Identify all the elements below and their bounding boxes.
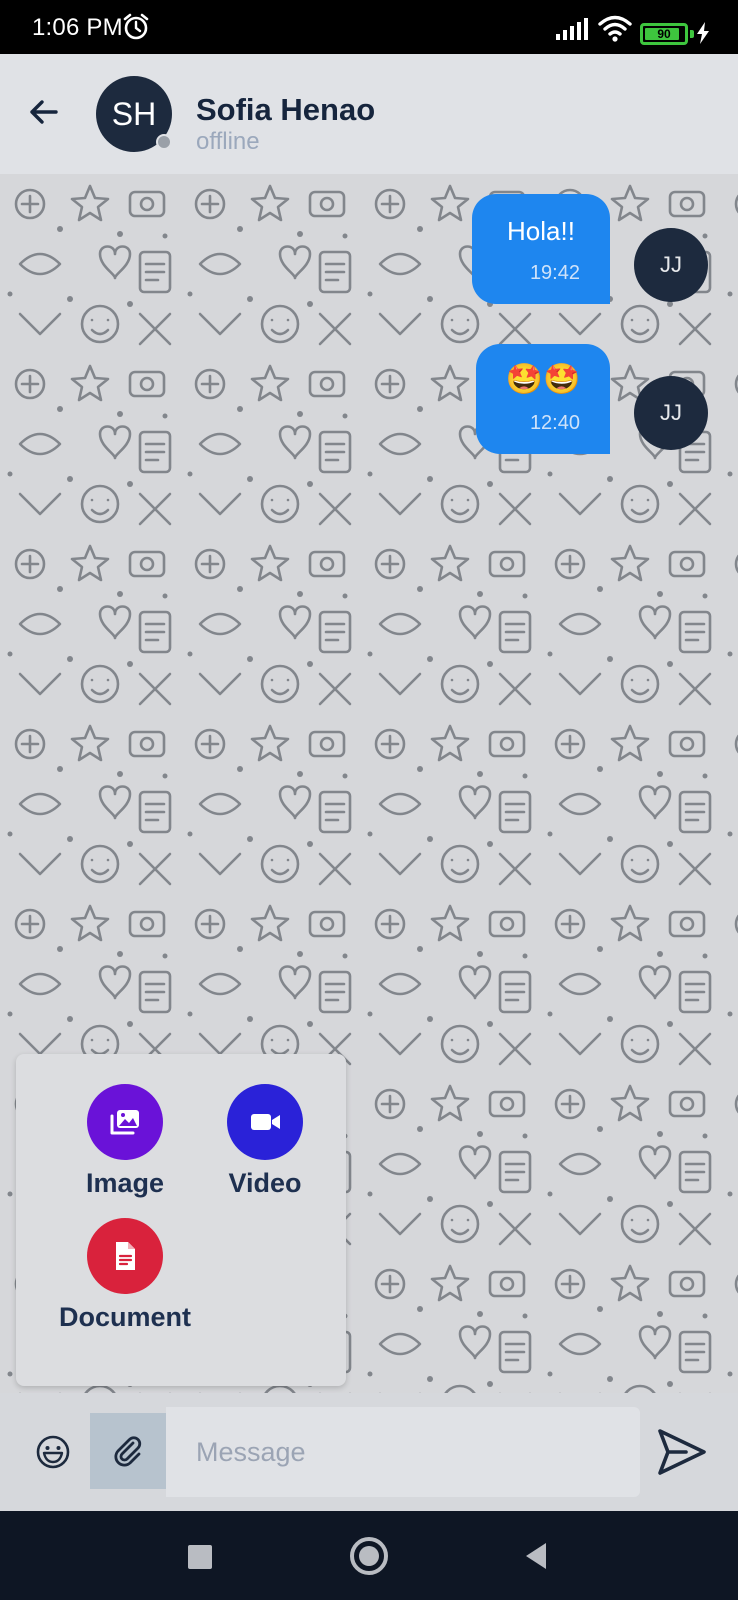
- wifi-icon: [598, 15, 632, 42]
- home-button[interactable]: [350, 1537, 388, 1575]
- presence-indicator: [156, 134, 172, 150]
- attach-image-label: Image: [85, 1168, 165, 1198]
- nav-back-icon[interactable]: [524, 1541, 548, 1571]
- sender-avatar[interactable]: JJ: [634, 376, 708, 450]
- message-text: Hola!!: [507, 216, 575, 246]
- attachment-menu: Image Video Document: [16, 1054, 346, 1386]
- recents-button[interactable]: [188, 1545, 212, 1569]
- sender-avatar-initials: JJ: [660, 400, 682, 425]
- back-arrow-icon[interactable]: [26, 94, 62, 130]
- outgoing-message[interactable]: 🤩🤩 12:40: [476, 344, 610, 454]
- sender-avatar[interactable]: JJ: [634, 228, 708, 302]
- system-nav-bar: [0, 1511, 738, 1600]
- attach-video-option[interactable]: Video: [200, 1084, 330, 1199]
- contact-name[interactable]: Sofia Henao: [196, 92, 375, 128]
- attach-document-label: Document: [58, 1302, 191, 1332]
- signal-icon: [556, 18, 588, 40]
- status-bar: 1:06 PM 90: [0, 0, 738, 54]
- paperclip-icon: [114, 1436, 142, 1467]
- battery-icon: 90: [640, 23, 688, 45]
- contact-status: offline: [196, 128, 260, 155]
- document-icon[interactable]: [87, 1218, 163, 1294]
- attach-video-label: Video: [228, 1168, 302, 1198]
- battery-level: 90: [657, 27, 671, 41]
- message-text: 🤩🤩: [505, 363, 581, 396]
- alarm-icon: [123, 13, 149, 40]
- message-time: 19:42: [529, 262, 580, 284]
- send-icon[interactable]: [656, 1427, 708, 1477]
- attach-image-option[interactable]: Image: [50, 1084, 200, 1199]
- outgoing-message[interactable]: Hola!! 19:42: [472, 194, 610, 304]
- contact-avatar-initials: SH: [111, 95, 157, 132]
- image-icon[interactable]: [87, 1084, 163, 1160]
- attach-button[interactable]: [90, 1413, 166, 1489]
- battery-cap: [690, 30, 694, 38]
- sender-avatar-initials: JJ: [660, 252, 682, 277]
- emoji-icon[interactable]: [34, 1433, 72, 1471]
- message-input-bar: [0, 1393, 738, 1511]
- message-time: 12:40: [529, 412, 580, 434]
- charging-icon: [697, 22, 709, 44]
- chat-header: SH Sofia Henao offline: [0, 54, 738, 174]
- home-icon: [359, 1546, 379, 1566]
- video-icon[interactable]: [227, 1084, 303, 1160]
- attach-document-option[interactable]: Document: [32, 1218, 218, 1333]
- status-time: 1:06 PM: [32, 14, 123, 41]
- message-input[interactable]: [166, 1407, 640, 1497]
